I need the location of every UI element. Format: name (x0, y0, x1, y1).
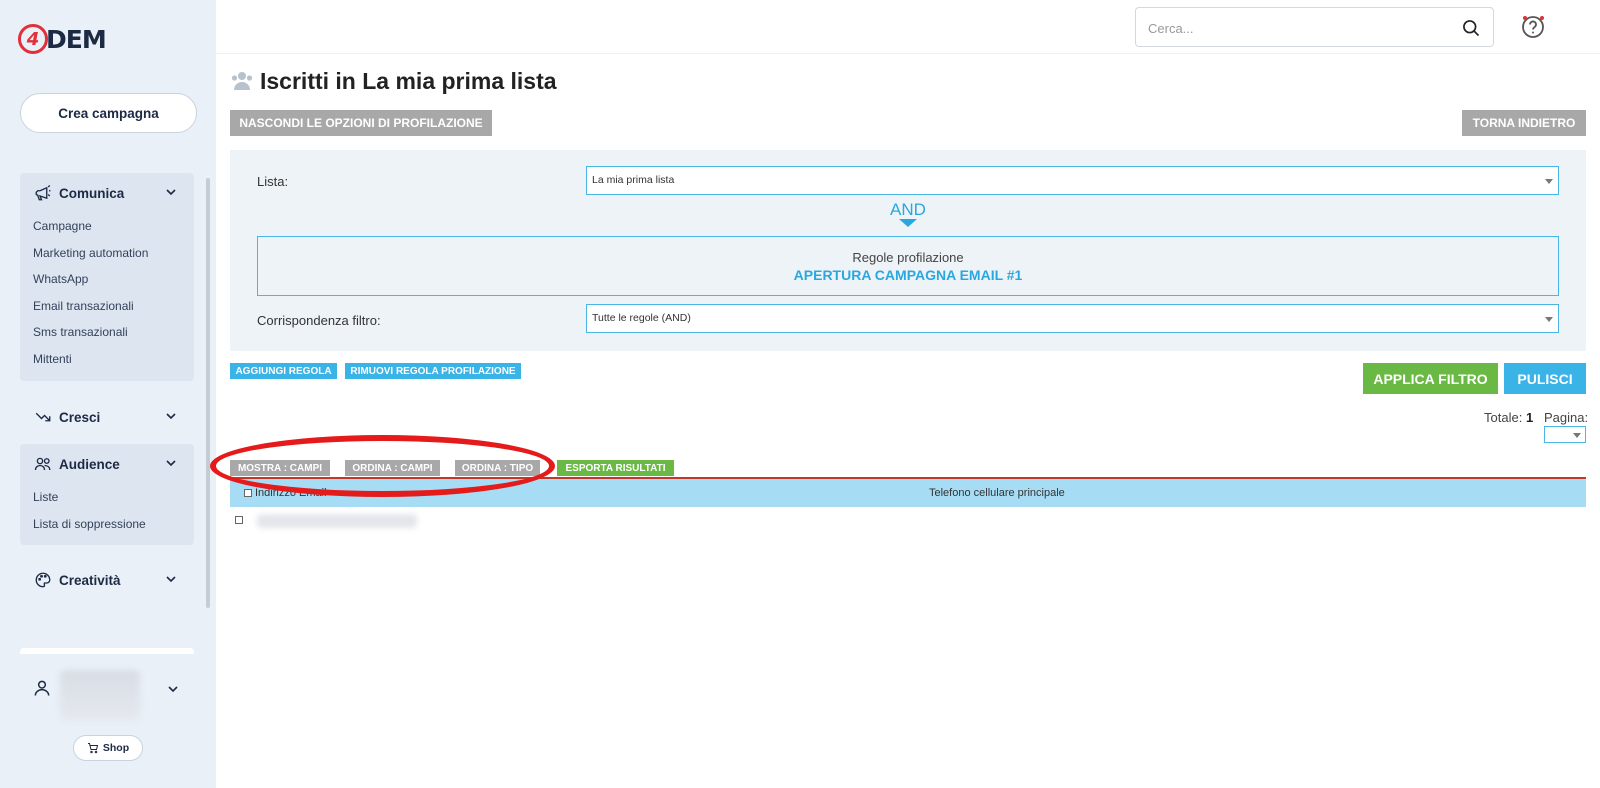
export-results-button[interactable]: ESPORTA RISULTATI (557, 460, 674, 476)
caret-down-icon (1545, 179, 1553, 184)
nav-group-audience: Audience Liste Lista di soppressione (20, 444, 194, 546)
shop-label: Shop (102, 742, 130, 754)
nav-items-audience: Liste Lista di soppressione (20, 484, 194, 545)
select-all-checkbox[interactable] (244, 489, 252, 497)
hide-profiling-button[interactable]: NASCONDI LE OPZIONI DI PROFILAZIONE (230, 110, 492, 136)
nav-label-comunica: Comunica (59, 185, 125, 201)
user-icon (34, 680, 50, 696)
sidebar-item-email-transazionali[interactable]: Email transazionali (33, 293, 194, 320)
clear-button[interactable]: PULISCI (1504, 363, 1586, 394)
nav-group-cresci: Cresci (20, 397, 194, 437)
sidebar-footer-edge (20, 648, 194, 654)
rules-title: Regole profilazione (852, 250, 964, 265)
page-select[interactable] (1544, 426, 1586, 443)
back-button[interactable]: TORNA INDIETRO (1462, 110, 1586, 136)
caret-down-icon (1573, 433, 1581, 438)
sidebar-item-sms-transazionali[interactable]: Sms transazionali (33, 319, 194, 346)
nav-head-cresci[interactable]: Cresci (20, 397, 194, 437)
user-name-redacted (60, 670, 140, 720)
chevron-down-icon (166, 189, 176, 196)
create-campaign-button[interactable]: Crea campagna (20, 93, 197, 133)
subscribers-icon (231, 72, 253, 90)
nav-head-audience[interactable]: Audience (20, 444, 194, 484)
nav-group-creativita: Creatività (20, 560, 194, 600)
rule-value[interactable]: APERTURA CAMPAGNA EMAIL #1 (258, 267, 1558, 283)
trend-icon (33, 407, 53, 427)
total-label: Totale: (1484, 410, 1523, 425)
nav-items-comunica: Campagne Marketing automation WhatsApp E… (20, 213, 194, 381)
remove-rule-button[interactable]: RIMUOVI REGOLA PROFILAZIONE (345, 363, 521, 379)
list-select-value: La mia prima lista (592, 174, 675, 186)
nav-label-creativita: Creatività (59, 572, 121, 588)
profiling-rules-box[interactable]: Regole profilazione APERTURA CAMPAGNA EM… (257, 236, 1559, 296)
nav-head-creativita[interactable]: Creatività (20, 560, 194, 600)
sidebar-item-campagne[interactable]: Campagne (33, 213, 194, 240)
chevron-down-icon (166, 576, 176, 583)
help-icon[interactable] (1520, 14, 1546, 40)
email-redacted (257, 514, 417, 528)
sidebar-item-marketing-automation[interactable]: Marketing automation (33, 240, 194, 267)
logo-mark: 4 (18, 24, 48, 54)
shop-button[interactable]: Shop (73, 735, 143, 761)
list-label: Lista: (257, 174, 289, 189)
table-row[interactable] (235, 514, 435, 528)
search-input[interactable] (1148, 17, 1448, 39)
chevron-down-icon (166, 460, 176, 467)
palette-icon (33, 570, 53, 590)
sidebar-item-lista-soppressione[interactable]: Lista di soppressione (33, 511, 194, 538)
sidebar: 4 DEM Crea campagna Comunica Campagne Ma… (0, 0, 216, 788)
app-window: 4 DEM Crea campagna Comunica Campagne Ma… (0, 0, 1600, 788)
logo[interactable]: 4 DEM (18, 24, 107, 54)
and-connector: AND (890, 200, 926, 219)
nav-group-comunica: Comunica Campagne Marketing automation W… (20, 173, 194, 381)
nav-label-cresci: Cresci (59, 409, 101, 425)
logo-text: DEM (46, 24, 107, 54)
chevron-down-icon (166, 413, 176, 420)
total-count: Totale: 1 (1484, 410, 1533, 425)
page-label: Pagina: (1544, 410, 1589, 425)
row-checkbox[interactable] (235, 516, 243, 524)
column-phone[interactable]: Telefono cellulare principale (929, 487, 1065, 499)
cart-icon (87, 743, 99, 754)
chevron-down-icon (168, 686, 178, 693)
and-arrow-icon (899, 219, 917, 227)
match-label: Corrispondenza filtro: (257, 313, 381, 328)
megaphone-icon (33, 183, 53, 203)
page-header: Iscritti in La mia prima lista (230, 66, 557, 96)
annotation-ellipse (210, 435, 555, 497)
total-value: 1 (1525, 410, 1534, 425)
sidebar-scrollbar[interactable] (206, 178, 210, 608)
match-select[interactable]: Tutte le regole (AND) (586, 304, 1559, 333)
add-rule-button[interactable]: AGGIUNGI REGOLA (230, 363, 337, 379)
sidebar-item-liste[interactable]: Liste (33, 484, 194, 511)
search-icon[interactable] (1461, 18, 1481, 38)
user-profile[interactable] (30, 670, 190, 720)
sidebar-item-mittenti[interactable]: Mittenti (33, 346, 194, 373)
top-bar (216, 0, 1600, 54)
caret-down-icon (1545, 317, 1553, 322)
sidebar-item-whatsapp[interactable]: WhatsApp (33, 266, 194, 293)
search-box (1135, 7, 1494, 47)
list-select[interactable]: La mia prima lista (586, 166, 1559, 195)
page-title: Iscritti in La mia prima lista (260, 67, 557, 94)
nav-label-audience: Audience (59, 456, 120, 472)
nav-head-comunica[interactable]: Comunica (20, 173, 194, 213)
users-icon (33, 454, 53, 474)
match-select-value: Tutte le regole (AND) (592, 312, 691, 324)
apply-filter-button[interactable]: APPLICA FILTRO (1363, 363, 1498, 394)
